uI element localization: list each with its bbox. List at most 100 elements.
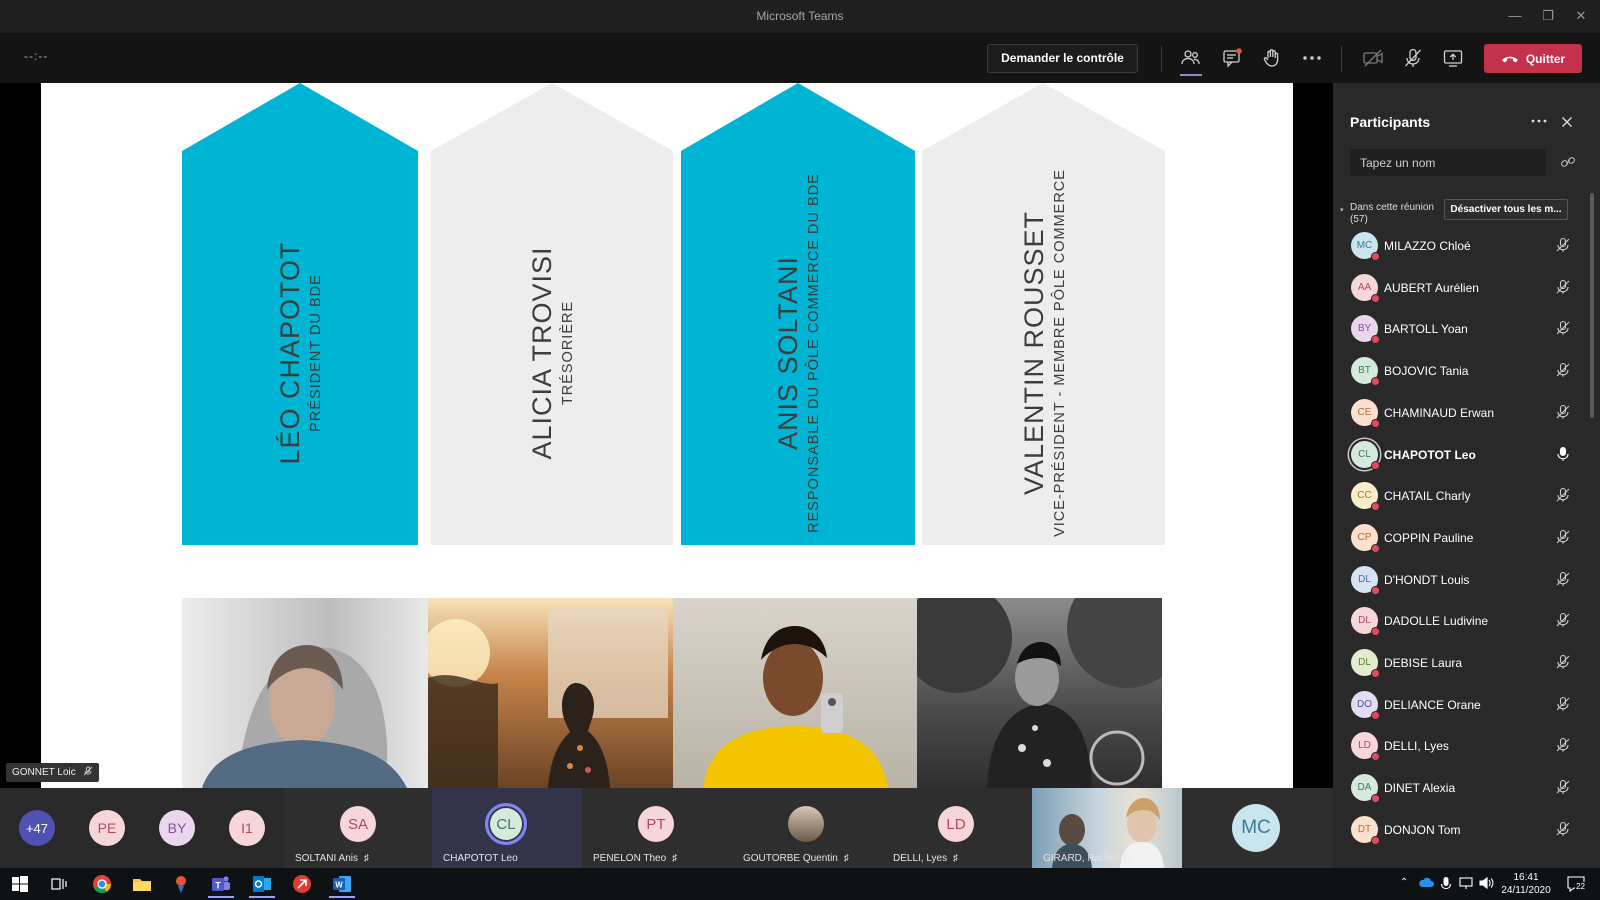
participant-row[interactable]: CC CHATAIL Charly (1351, 476, 1581, 516)
share-invite-icon[interactable] (1560, 154, 1576, 170)
video-tile[interactable]: PT PENELON Theo ♯ (582, 788, 732, 868)
participant-name: DELIANCE Orane (1384, 697, 1481, 712)
mic-off-icon[interactable] (1555, 362, 1571, 383)
more-options-icon[interactable] (1529, 113, 1549, 129)
leave-button[interactable]: Quitter (1484, 44, 1582, 73)
volume-icon[interactable] (1478, 876, 1494, 895)
participant-row[interactable]: CP COPPIN Pauline (1351, 518, 1581, 558)
request-control-button[interactable]: Demander le contrôle (987, 44, 1138, 73)
video-tile[interactable]: GOUTORBE Quentin ♯ (732, 788, 882, 868)
taskbar-clock[interactable]: 16:41 24/11/2020 (1500, 871, 1552, 897)
people-icon[interactable] (1177, 44, 1205, 76)
toolbar-divider (1341, 46, 1342, 72)
participant-row[interactable]: DL DEBISE Laura (1351, 643, 1581, 683)
participant-row[interactable]: BY BARTOLL Yoan (1351, 309, 1581, 349)
video-tile[interactable]: GIRARD, Rachel □ (1032, 788, 1182, 868)
tile-name: SOLTANI Anis ♯ (295, 853, 369, 864)
avatar[interactable]: PE (89, 810, 125, 846)
mic-off-icon[interactable] (1399, 44, 1427, 72)
windows-start-icon[interactable] (9, 873, 31, 895)
participant-search-input[interactable] (1350, 149, 1546, 176)
member-banner-4: VALENTIN ROUSSET VICE-PRÉSIDENT - MEMBRE… (922, 83, 1165, 545)
video-tile[interactable]: LD DELLI, Lyes ♯ (882, 788, 1032, 868)
member-role: PRÉSIDENT DU BDE (308, 274, 324, 432)
mic-off-icon[interactable] (1555, 320, 1571, 341)
participant-row[interactable]: DO DELIANCE Orane (1351, 685, 1581, 725)
mic-off-icon[interactable] (1555, 654, 1571, 675)
participants-panel: Participants ▾ Dans cette réunion (57) D… (1333, 83, 1600, 868)
close-panel-icon[interactable] (1559, 114, 1575, 130)
app-icon[interactable] (170, 873, 192, 895)
outlook-icon[interactable] (249, 873, 275, 898)
participant-row[interactable]: DL DADOLLE Ludivine (1351, 601, 1581, 641)
onedrive-icon[interactable] (1418, 876, 1434, 895)
mic-off-icon[interactable] (1555, 237, 1571, 258)
member-photo-2 (428, 598, 673, 788)
mic-off-icon[interactable] (1555, 404, 1571, 425)
microphone-tray-icon[interactable] (1440, 876, 1452, 897)
participant-row[interactable]: CL CHAPOTOT Leo (1351, 435, 1581, 475)
member-text: ALICIA TROVISI TRÉSORIÈRE (526, 246, 578, 459)
task-view-icon[interactable] (48, 873, 70, 895)
video-tile[interactable]: MC (1182, 788, 1333, 868)
hang-up-icon (1501, 56, 1518, 62)
mic-off-icon[interactable] (1555, 279, 1571, 300)
status-dot (1371, 669, 1380, 678)
participant-name: D'HONDT Louis (1384, 572, 1470, 587)
raise-hand-icon[interactable] (1258, 44, 1286, 72)
chrome-icon[interactable] (91, 873, 113, 895)
participant-row[interactable]: MC MILAZZO Chloé (1351, 226, 1581, 266)
mic-off-icon[interactable] (1555, 737, 1571, 758)
clock-date: 24/11/2020 (1501, 885, 1551, 896)
file-explorer-icon[interactable] (131, 873, 153, 895)
avatar: LD (938, 806, 974, 842)
member-photo-1 (182, 598, 428, 788)
chat-icon[interactable] (1218, 44, 1246, 72)
mic-off-icon[interactable] (1555, 487, 1571, 508)
participant-row[interactable]: AA AUBERT Aurélien (1351, 268, 1581, 308)
collapse-chevron-icon[interactable]: ▾ (1340, 206, 1344, 214)
mic-off-icon[interactable] (1555, 821, 1571, 842)
clock-time: 16:41 (1513, 872, 1539, 883)
mic-on-icon[interactable] (1555, 446, 1571, 467)
mic-off-icon[interactable] (1555, 779, 1571, 800)
participant-row[interactable]: LD DELLI, Lyes (1351, 726, 1581, 766)
mic-off-icon[interactable] (1555, 696, 1571, 717)
overflow-count-avatar[interactable]: +47 (19, 810, 55, 846)
status-dot (1371, 252, 1380, 261)
member-banner-2: ALICIA TROVISI TRÉSORIÈRE (431, 83, 673, 545)
participant-row[interactable]: DT DONJON Tom (1351, 810, 1581, 850)
minimize-icon[interactable]: — (1504, 6, 1526, 26)
teams-icon[interactable]: T (208, 873, 234, 898)
close-window-icon[interactable]: ✕ (1570, 6, 1592, 26)
panel-scrollbar[interactable] (1590, 193, 1594, 418)
restore-icon[interactable]: ❐ (1537, 6, 1559, 26)
video-name-label: GONNET Loic (6, 763, 99, 782)
mic-off-icon[interactable] (1555, 529, 1571, 550)
participant-row[interactable]: CE CHAMINAUD Erwan (1351, 393, 1581, 433)
status-dot (1371, 627, 1380, 637)
tray-chevron-icon[interactable]: ⌃ (1400, 877, 1408, 888)
meeting-toolbar: --:-- Demander le contrôle Quitter (0, 33, 1600, 83)
notification-center-icon[interactable]: 22 (1566, 874, 1588, 894)
member-name: ALICIA TROVISI (527, 246, 557, 460)
more-icon[interactable] (1298, 44, 1326, 72)
video-tile[interactable]: CL CHAPOTOT Leo (432, 788, 582, 868)
app-red-icon[interactable] (291, 873, 313, 895)
mute-all-button[interactable]: Désactiver tous les m... (1444, 199, 1568, 220)
mic-off-icon[interactable] (1555, 571, 1571, 592)
word-icon[interactable]: W (329, 873, 355, 898)
participant-row[interactable]: BT BOJOVIC Tania (1351, 351, 1581, 391)
participant-name: BOJOVIC Tania (1384, 364, 1469, 379)
tile-name-text: GIRARD, Rachel (1043, 853, 1119, 864)
video-tile[interactable]: SA SOLTANI Anis ♯ (284, 788, 432, 868)
mic-off-icon[interactable] (1555, 612, 1571, 633)
network-icon[interactable] (1458, 876, 1474, 895)
camera-off-icon[interactable] (1359, 44, 1387, 72)
avatar[interactable]: I1 (229, 810, 265, 846)
participant-row[interactable]: DA DINET Alexia (1351, 768, 1581, 808)
share-screen-icon[interactable] (1439, 44, 1467, 72)
in-meeting-section-label[interactable]: Dans cette réunion (57) (1350, 202, 1434, 226)
avatar[interactable]: BY (159, 810, 195, 846)
participant-row[interactable]: DL D'HONDT Louis (1351, 560, 1581, 600)
